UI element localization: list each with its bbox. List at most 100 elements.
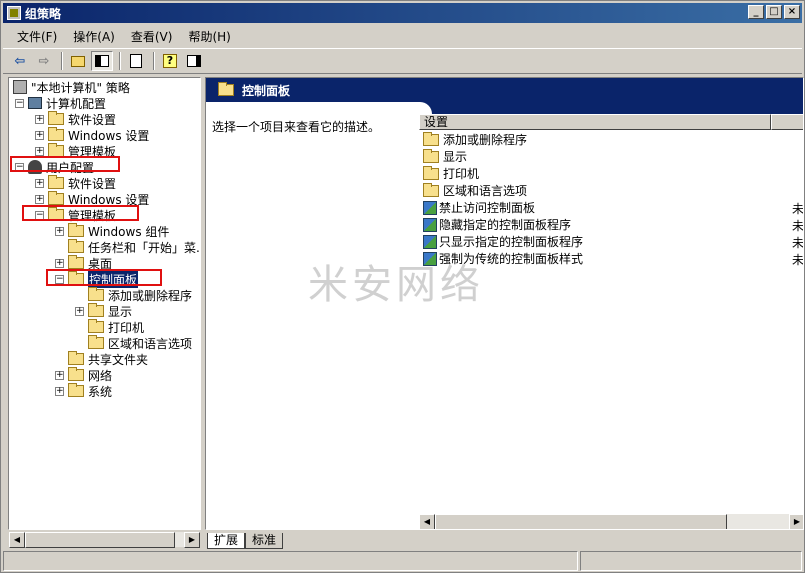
column-header-state[interactable] — [771, 114, 803, 130]
folder-icon — [48, 175, 64, 189]
list-item[interactable]: 添加或删除程序 — [423, 131, 527, 148]
expand-icon[interactable]: + — [55, 226, 64, 236]
scroll-thumb[interactable] — [435, 514, 727, 529]
settings-list[interactable]: 设置 添加或删除程序 显示 打印机 区域和语言选项 禁止访问控制面板 隐藏指定的… — [419, 114, 804, 529]
maximize-button[interactable]: □ — [766, 5, 782, 19]
properties-icon — [187, 55, 201, 67]
console-tree[interactable]: "本地计算机" 策略 − 计算机配置 + 软件设置 + Windows 设置 +… — [8, 77, 201, 530]
expand-icon[interactable]: + — [35, 114, 44, 124]
folder-icon — [68, 351, 84, 365]
up-one-level-button[interactable] — [67, 51, 89, 71]
menu-help[interactable]: 帮助(H) — [180, 26, 238, 47]
arrow-left-icon: ⇦ — [14, 53, 26, 69]
state-value: 未 — [792, 253, 804, 267]
folder-icon — [88, 335, 104, 349]
folder-icon — [68, 239, 84, 253]
tree-item-system[interactable]: + 系统 — [55, 383, 112, 399]
header-curve — [392, 102, 432, 114]
collapse-icon[interactable]: − — [15, 98, 24, 108]
expand-icon[interactable]: + — [55, 258, 64, 268]
close-button[interactable]: × — [784, 5, 800, 19]
tree-item-printers[interactable]: 打印机 — [88, 319, 144, 335]
tab-standard[interactable]: 标准 — [245, 533, 284, 549]
expand-icon[interactable]: + — [35, 194, 44, 204]
list-item[interactable]: 禁止访问控制面板 — [423, 199, 535, 216]
watermark: 米安网络 — [308, 262, 484, 308]
tree-item-regional[interactable]: 区域和语言选项 — [88, 335, 192, 351]
column-header-setting[interactable]: 设置 — [419, 114, 771, 130]
folder-icon — [68, 383, 84, 397]
tree-item-uc-software[interactable]: + 软件设置 — [35, 175, 116, 191]
toolbar: ⇦ ⇨ ? — [3, 48, 802, 74]
tree-label: 系统 — [88, 384, 113, 399]
toolbar-separator — [119, 52, 121, 70]
help-button[interactable]: ? — [159, 51, 181, 71]
tree-item-shared-folders[interactable]: 共享文件夹 — [68, 351, 148, 367]
list-item-label: 区域和语言选项 — [443, 184, 528, 198]
expand-icon[interactable]: + — [55, 386, 64, 396]
policy-setting-icon — [423, 200, 437, 215]
tree-item-add-remove[interactable]: 添加或删除程序 — [88, 287, 192, 303]
tab-extended[interactable]: 扩展 — [207, 533, 246, 549]
policy-icon — [13, 80, 27, 94]
folder-icon — [423, 148, 439, 163]
tree-item-windows-components[interactable]: + Windows 组件 — [55, 223, 169, 239]
expand-icon[interactable]: + — [35, 178, 44, 188]
tree-horizontal-scrollbar[interactable]: ◀ ▶ — [8, 531, 201, 548]
expand-icon[interactable]: + — [35, 146, 44, 156]
tree-label: 网络 — [88, 368, 113, 383]
expand-icon[interactable]: + — [55, 370, 64, 380]
scroll-thumb[interactable] — [25, 532, 175, 548]
tree-label: 计算机配置 — [46, 96, 107, 111]
tree-label: 显示 — [108, 304, 133, 319]
folder-icon — [48, 127, 64, 141]
tree-item-taskbar-start[interactable]: 任务栏和「开始」菜... — [68, 239, 201, 255]
folder-icon — [423, 182, 439, 197]
list-item-label: 打印机 — [443, 167, 480, 181]
export-list-icon — [130, 54, 142, 68]
list-item-label: 只显示指定的控制面板程序 — [439, 235, 584, 249]
minimize-button[interactable]: _ — [748, 5, 764, 19]
tree-item-root[interactable]: "本地计算机" 策略 — [13, 79, 130, 95]
list-item[interactable]: 打印机 — [423, 165, 479, 182]
list-item[interactable]: 只显示指定的控制面板程序 — [423, 233, 583, 250]
status-cell — [3, 551, 578, 571]
tree-item-cc-windows[interactable]: + Windows 设置 — [35, 127, 149, 143]
scroll-left-button[interactable]: ◀ — [9, 532, 25, 548]
tree-item-display[interactable]: + 显示 — [75, 303, 132, 319]
expand-icon[interactable]: + — [35, 130, 44, 140]
export-list-button[interactable] — [125, 51, 147, 71]
annotation-box-user-config — [10, 156, 120, 172]
toolbar-separator — [153, 52, 155, 70]
scroll-right-button[interactable]: ▶ — [789, 514, 803, 529]
back-button[interactable]: ⇦ — [9, 51, 31, 71]
tree-label: 任务栏和「开始」菜... — [88, 240, 201, 255]
scroll-right-button[interactable]: ▶ — [184, 532, 200, 548]
tree-item-cc-software[interactable]: + 软件设置 — [35, 111, 116, 127]
show-hide-tree-button[interactable] — [91, 51, 113, 71]
tree-item-computer-config[interactable]: − 计算机配置 — [15, 95, 106, 111]
state-value: 未 — [792, 236, 804, 250]
folder-icon — [68, 367, 84, 381]
title-bar[interactable]: 组策略 _ □ × — [3, 3, 802, 23]
menu-file[interactable]: 文件(F) — [9, 26, 65, 47]
tree-label: 软件设置 — [68, 176, 117, 191]
gpedit-window: 组策略 _ □ × 文件(F) 操作(A) 查看(V) 帮助(H) ⇦ ⇨ ? … — [0, 0, 805, 573]
state-value: 未 — [792, 202, 804, 216]
menu-action[interactable]: 操作(A) — [65, 26, 123, 47]
expand-icon[interactable]: + — [75, 306, 84, 316]
scroll-left-button[interactable]: ◀ — [419, 514, 435, 529]
tree-label: 区域和语言选项 — [108, 336, 193, 351]
folder-icon — [88, 303, 104, 317]
forward-button[interactable]: ⇨ — [33, 51, 55, 71]
arrow-right-icon: ⇨ — [38, 53, 50, 69]
folder-icon — [423, 165, 439, 180]
list-horizontal-scrollbar[interactable]: ◀ ▶ — [419, 514, 803, 529]
properties-button[interactable] — [183, 51, 205, 71]
list-item[interactable]: 隐藏指定的控制面板程序 — [423, 216, 571, 233]
list-item[interactable]: 区域和语言选项 — [423, 182, 527, 199]
tree-item-network[interactable]: + 网络 — [55, 367, 112, 383]
list-item[interactable]: 显示 — [423, 148, 467, 165]
computer-icon — [28, 97, 42, 109]
menu-view[interactable]: 查看(V) — [123, 26, 181, 47]
